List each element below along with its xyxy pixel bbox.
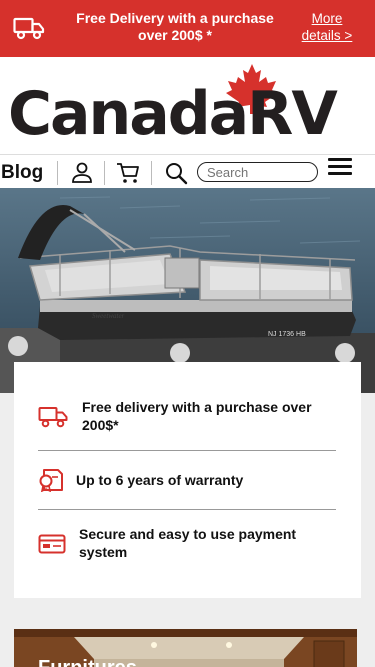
- nav-divider: [104, 161, 105, 185]
- hamburger-menu-icon[interactable]: [328, 158, 352, 178]
- feature-divider: [38, 450, 336, 451]
- search-icon[interactable]: [164, 161, 188, 185]
- category-card-furnitures[interactable]: Furnitures: [14, 629, 357, 667]
- nav-divider: [57, 161, 58, 185]
- header-logo-area: CanadaRV: [0, 57, 375, 154]
- boat-registration: NJ 1736 HB: [268, 331, 306, 338]
- warranty-badge-icon: [39, 469, 63, 492]
- credit-card-icon: [38, 534, 66, 554]
- feature-text: Free delivery with a purchase over 200$*: [82, 399, 312, 433]
- feature-divider: [38, 509, 336, 510]
- promo-message: Free Delivery with a purchase over 200$ …: [76, 10, 274, 43]
- boat-brand: Sweetwater: [92, 312, 125, 320]
- cart-icon[interactable]: [116, 161, 140, 185]
- feature-text: Up to 6 years of warranty: [76, 472, 244, 488]
- more-details-link[interactable]: More details >: [291, 10, 363, 44]
- blog-link[interactable]: Blog: [1, 162, 43, 184]
- truck-icon: [13, 17, 45, 40]
- features-card: Free delivery with a purchase over 200$*…: [14, 362, 361, 598]
- truck-icon: [38, 407, 68, 428]
- promo-banner: Free Delivery with a purchase over 200$ …: [0, 0, 375, 57]
- user-icon[interactable]: [70, 161, 94, 185]
- site-logo[interactable]: CanadaRV: [8, 84, 338, 144]
- nav-divider: [151, 161, 152, 185]
- category-title: Furnitures: [38, 657, 137, 667]
- top-nav: Blog: [0, 154, 375, 188]
- feature-text: Secure and easy to use payment system: [79, 526, 297, 560]
- search-input[interactable]: [197, 162, 318, 182]
